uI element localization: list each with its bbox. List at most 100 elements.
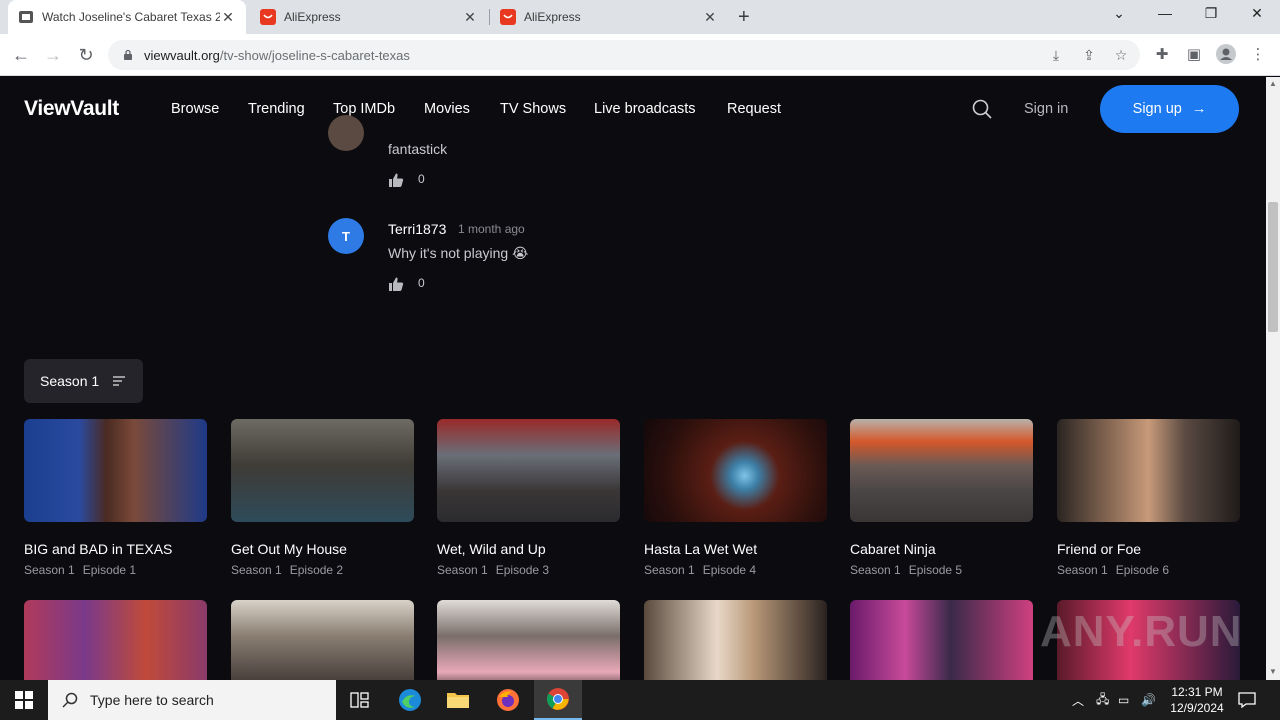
side-panel-icon[interactable]: ▣ xyxy=(1183,44,1205,66)
episode-meta: Season 1 Episode 6 xyxy=(1057,563,1240,577)
scrollbar-thumb[interactable] xyxy=(1268,202,1278,332)
search-icon xyxy=(62,692,78,708)
episode-thumbnail[interactable] xyxy=(437,419,620,522)
tab-aliexpress-2[interactable]: AliExpress ✕ xyxy=(490,0,728,34)
close-window-icon[interactable]: ✕ xyxy=(1245,5,1269,22)
episode-thumbnail[interactable] xyxy=(437,600,620,680)
tab-title: AliExpress xyxy=(284,10,341,24)
thumbs-up-icon[interactable] xyxy=(388,172,404,188)
episode-season: Season 1 xyxy=(24,563,75,577)
file-explorer-icon[interactable] xyxy=(434,680,482,720)
episode-season: Season 1 xyxy=(850,563,901,577)
tab-close-icon[interactable]: ✕ xyxy=(462,9,478,26)
nav-trending[interactable]: Trending xyxy=(248,101,305,117)
edge-browser-icon[interactable] xyxy=(386,680,434,720)
firefox-icon[interactable] xyxy=(484,680,532,720)
nav-browse[interactable]: Browse xyxy=(171,101,219,117)
tab-title: AliExpress xyxy=(524,10,581,24)
episode-card[interactable]: Friend or Foe Season 1 Episode 6 xyxy=(1057,419,1240,577)
like-count: 0 xyxy=(418,276,425,290)
episode-thumbnail[interactable] xyxy=(1057,419,1240,522)
bookmark-star-icon[interactable]: ☆ xyxy=(1109,40,1133,70)
tab-search-chevron-icon[interactable]: ⌄ xyxy=(1107,5,1131,22)
season-label: Season 1 xyxy=(40,373,100,389)
taskbar-search-box[interactable]: Type here to search xyxy=(48,680,336,720)
comment-text: Why it's not playing 😭 xyxy=(388,245,529,261)
extensions-icon[interactable]: ✚ xyxy=(1151,44,1173,66)
thumbs-up-icon[interactable] xyxy=(388,276,404,292)
address-bar[interactable]: viewvault.org/tv-show/joseline-s-cabaret… xyxy=(108,40,1140,70)
episode-title[interactable]: BIG and BAD in TEXAS xyxy=(24,541,207,557)
display-icon[interactable]: ▭ xyxy=(1118,680,1129,720)
episode-meta: Season 1 Episode 3 xyxy=(437,563,620,577)
nav-live-broadcasts[interactable]: Live broadcasts xyxy=(594,101,696,117)
volume-icon[interactable]: 🔊 xyxy=(1141,680,1156,720)
episode-season: Season 1 xyxy=(231,563,282,577)
sign-up-label: Sign up xyxy=(1132,101,1182,117)
taskbar-clock[interactable]: 12:31 PM 12/9/2024 xyxy=(1166,684,1228,716)
episode-card[interactable]: Wet, Wild and Up Season 1 Episode 3 xyxy=(437,419,620,577)
share-icon[interactable]: ⇪ xyxy=(1077,40,1101,70)
minimize-icon[interactable]: — xyxy=(1153,5,1177,21)
new-tab-icon[interactable]: + xyxy=(738,6,750,29)
restore-icon[interactable]: ❐ xyxy=(1199,5,1223,22)
page-scrollbar[interactable]: ▲ ▼ xyxy=(1266,77,1280,680)
chrome-icon[interactable] xyxy=(534,680,582,720)
episode-title[interactable]: Hasta La Wet Wet xyxy=(644,541,827,557)
windows-taskbar: Type here to search ︿ 🖧 ▭ 🔊 12:31 PM 12/… xyxy=(0,680,1280,720)
reload-icon[interactable]: ↻ xyxy=(75,44,97,66)
notifications-icon[interactable] xyxy=(1238,680,1256,720)
search-icon[interactable] xyxy=(972,99,992,119)
comment-username: Terri1873 xyxy=(388,221,447,237)
task-view-icon[interactable] xyxy=(336,680,384,720)
nav-request[interactable]: Request xyxy=(727,101,781,117)
tab-viewvault[interactable]: Watch Joseline's Cabaret Texas 2 ✕ xyxy=(8,0,246,34)
episode-title[interactable]: Get Out My House xyxy=(231,541,414,557)
arrow-right-icon: → xyxy=(1191,101,1207,117)
episode-season: Season 1 xyxy=(1057,563,1108,577)
avatar xyxy=(328,115,364,151)
nav-tv-shows[interactable]: TV Shows xyxy=(500,101,566,117)
tab-close-icon[interactable]: ✕ xyxy=(220,9,236,26)
profile-icon[interactable] xyxy=(1215,44,1237,66)
episode-card[interactable]: Get Out My House Season 1 Episode 2 xyxy=(231,419,414,577)
episode-thumbnail[interactable] xyxy=(231,419,414,522)
url-host: viewvault.org xyxy=(144,47,220,63)
site-favicon-icon xyxy=(19,11,33,23)
episode-meta: Season 1 Episode 1 xyxy=(24,563,207,577)
episode-title[interactable]: Wet, Wild and Up xyxy=(437,541,620,557)
episode-number: Episode 4 xyxy=(702,563,757,577)
episode-thumbnail[interactable] xyxy=(850,600,1033,680)
season-selector[interactable]: Season 1 xyxy=(24,359,143,403)
sign-up-button[interactable]: Sign up → xyxy=(1100,85,1239,133)
episode-card[interactable]: Hasta La Wet Wet Season 1 Episode 4 xyxy=(644,419,827,577)
episode-title[interactable]: Friend or Foe xyxy=(1057,541,1240,557)
forward-icon[interactable]: → xyxy=(42,44,64,66)
menu-dots-icon[interactable]: ⋮ xyxy=(1247,44,1269,66)
browser-toolbar: ← → ↻ viewvault.org/tv-show/joseline-s-c… xyxy=(0,34,1280,76)
episode-card[interactable]: BIG and BAD in TEXAS Season 1 Episode 1 xyxy=(24,419,207,577)
episode-thumbnail[interactable] xyxy=(850,419,1033,522)
episode-thumbnail[interactable] xyxy=(231,600,414,680)
episode-thumbnail[interactable] xyxy=(24,419,207,522)
episode-card[interactable]: Cabaret Ninja Season 1 Episode 5 xyxy=(850,419,1033,577)
tray-chevron-icon[interactable]: ︿ xyxy=(1072,680,1084,720)
comment-text: fantastick xyxy=(388,141,448,157)
scroll-up-arrow-icon[interactable]: ▲ xyxy=(1266,79,1280,88)
site-logo[interactable]: ViewVault xyxy=(24,97,119,121)
scroll-down-arrow-icon[interactable]: ▼ xyxy=(1266,667,1280,676)
episode-title[interactable]: Cabaret Ninja xyxy=(850,541,1033,557)
episode-thumbnail[interactable] xyxy=(644,600,827,680)
site-header: ViewVault Browse Trending Top IMDb Movie… xyxy=(0,77,1266,141)
tab-close-icon[interactable]: ✕ xyxy=(702,9,718,26)
install-app-icon[interactable]: ⤓ xyxy=(1044,40,1068,70)
windows-start-icon[interactable] xyxy=(0,680,48,720)
nav-movies[interactable]: Movies xyxy=(424,101,470,117)
network-icon[interactable]: 🖧 xyxy=(1096,680,1109,720)
episode-thumbnail[interactable] xyxy=(644,419,827,522)
episode-meta: Season 1 Episode 2 xyxy=(231,563,414,577)
episode-thumbnail[interactable] xyxy=(24,600,207,680)
sign-in-link[interactable]: Sign in xyxy=(1024,101,1068,117)
tab-aliexpress-1[interactable]: AliExpress ✕ xyxy=(250,0,488,34)
back-icon[interactable]: ← xyxy=(10,44,32,66)
